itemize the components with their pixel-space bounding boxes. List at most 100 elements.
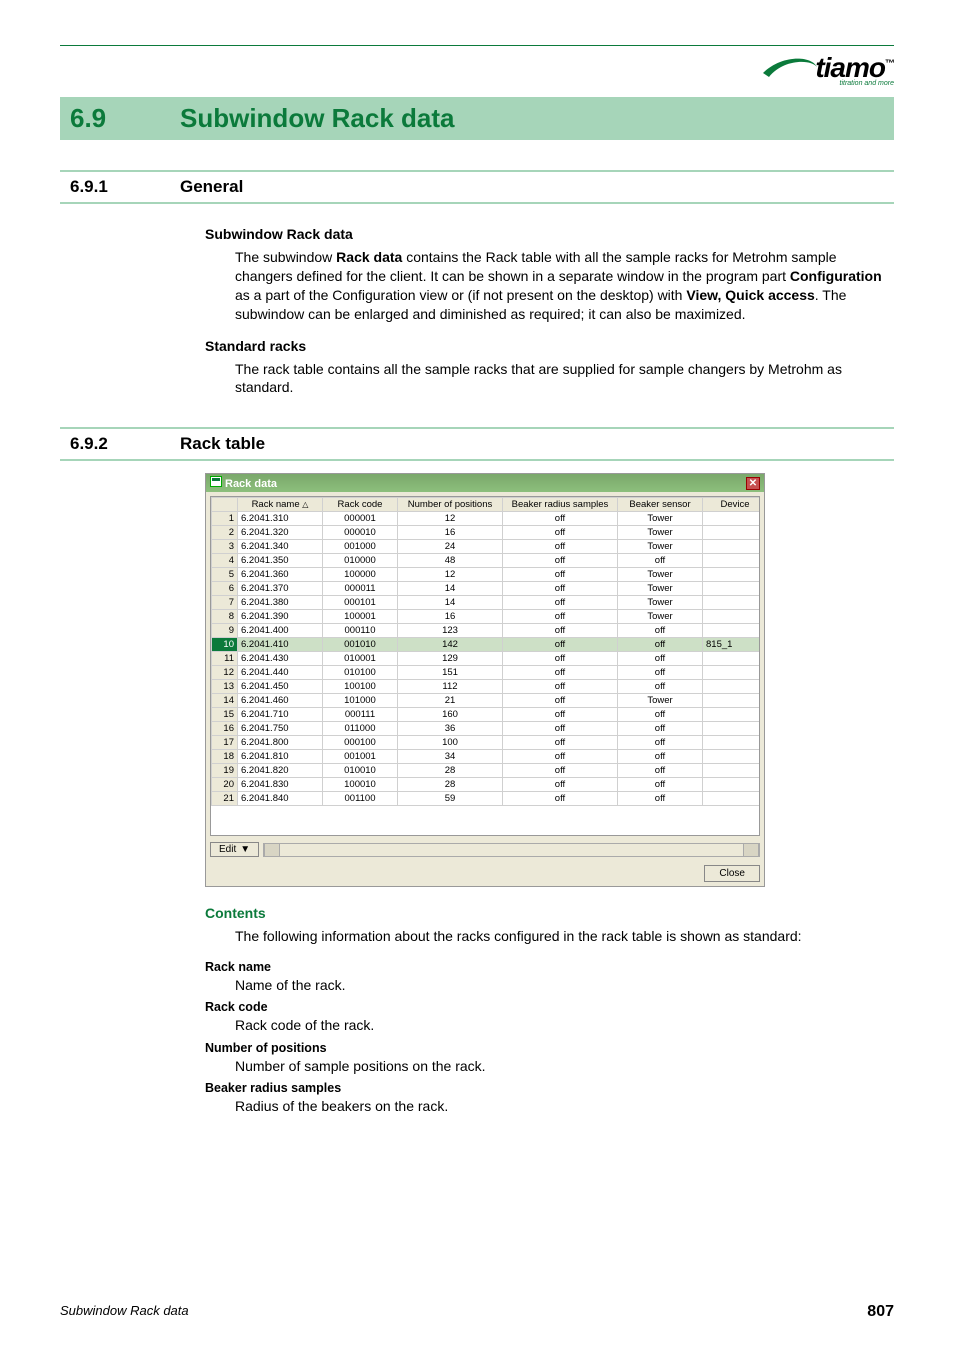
rack-table: Rack name △ Rack code Number of position… [211,497,760,806]
close-button[interactable]: Close [704,865,760,882]
page-footer: Subwindow Rack data 807 [60,1303,894,1321]
table-row[interactable]: 96.2041.400000110123offoff [212,624,761,638]
table-row[interactable]: 86.2041.39010000116offTower [212,610,761,624]
row-number-header[interactable] [212,498,238,512]
row-number: 18 [212,750,238,764]
col-rack-name[interactable]: Rack name △ [238,498,323,512]
cell-beaker-radius: off [503,792,618,806]
logo-swoosh-icon [761,53,819,87]
cell-positions: 24 [398,540,503,554]
cell-positions: 28 [398,764,503,778]
cell-rack-name: 6.2041.380 [238,596,323,610]
table-row[interactable]: 216.2041.84000110059offoff [212,792,761,806]
cell-rack-name: 6.2041.370 [238,582,323,596]
table-row[interactable]: 66.2041.37000001114offTower [212,582,761,596]
col-device[interactable]: Device [703,498,761,512]
table-row[interactable]: 126.2041.440010100151offoff [212,666,761,680]
cell-beaker-sensor: off [618,778,703,792]
table-row[interactable]: 186.2041.81000100134offoff [212,750,761,764]
table-row[interactable]: 136.2041.450100100112offoff [212,680,761,694]
cell-beaker-sensor: Tower [618,582,703,596]
cell-rack-code: 000101 [323,596,398,610]
cell-device [703,610,761,624]
cell-beaker-sensor: off [618,722,703,736]
cell-positions: 16 [398,526,503,540]
table-row[interactable]: 56.2041.36010000012offTower [212,568,761,582]
window-titlebar[interactable]: Rack data ✕ [206,474,764,492]
row-number: 7 [212,596,238,610]
table-row[interactable]: 146.2041.46010100021offTower [212,694,761,708]
row-number: 2 [212,526,238,540]
cell-positions: 16 [398,610,503,624]
cell-beaker-sensor: Tower [618,694,703,708]
col-rack-code[interactable]: Rack code [323,498,398,512]
edit-button[interactable]: Edit ▼ [210,842,259,857]
subsection-number: 6.9.1 [70,177,180,197]
cell-beaker-radius: off [503,582,618,596]
cell-beaker-sensor: Tower [618,512,703,526]
cell-beaker-radius: off [503,764,618,778]
cell-device [703,680,761,694]
definition-term: Beaker radius samples [205,1081,894,1095]
cell-positions: 142 [398,638,503,652]
subsection-title: Rack table [180,434,265,454]
row-number: 10 [212,638,238,652]
cell-positions: 59 [398,792,503,806]
table-row[interactable]: 36.2041.34000100024offTower [212,540,761,554]
text-bold: View, Quick access [686,287,814,303]
logo-row: tiamo™ titration and more [60,52,894,87]
window-title: Rack data [210,476,277,490]
table-row[interactable]: 106.2041.410001010142offoff815_1 [212,638,761,652]
col-beaker-radius-samples[interactable]: Beaker radius samples [503,498,618,512]
definitions-list: Rack nameName of the rack.Rack codeRack … [205,960,894,1115]
heading-subwindow-rack-data: Subwindow Rack data [205,226,894,242]
col-beaker-sensor[interactable]: Beaker sensor [618,498,703,512]
cell-device [703,582,761,596]
cell-device [703,568,761,582]
cell-rack-name: 6.2041.400 [238,624,323,638]
table-row[interactable]: 16.2041.31000000112offTower [212,512,761,526]
cell-rack-name: 6.2041.410 [238,638,323,652]
horizontal-scrollbar[interactable] [263,843,760,857]
table-row[interactable]: 26.2041.32000001016offTower [212,526,761,540]
cell-positions: 48 [398,554,503,568]
cell-rack-code: 100100 [323,680,398,694]
table-row[interactable]: 76.2041.38000010114offTower [212,596,761,610]
row-number: 19 [212,764,238,778]
paragraph-subwindow: The subwindow Rack data contains the Rac… [235,248,894,324]
section-header: 6.9 Subwindow Rack data [60,97,894,140]
cell-rack-code: 000010 [323,526,398,540]
paragraph-contents: The following information about the rack… [235,927,894,946]
definition-body: Radius of the beakers on the rack. [235,1097,894,1115]
subsection-title: General [180,177,243,197]
row-number: 8 [212,610,238,624]
cell-rack-name: 6.2041.840 [238,792,323,806]
row-number: 5 [212,568,238,582]
cell-rack-code: 010010 [323,764,398,778]
table-row[interactable]: 206.2041.83010001028offoff [212,778,761,792]
cell-beaker-radius: off [503,680,618,694]
sort-ascending-icon: △ [302,500,308,509]
cell-positions: 123 [398,624,503,638]
cell-rack-code: 000111 [323,708,398,722]
col-number-of-positions[interactable]: Number of positions [398,498,503,512]
table-row[interactable]: 156.2041.710000111160offoff [212,708,761,722]
dropdown-icon: ▼ [240,844,250,855]
window-title-text: Rack data [225,478,277,490]
cell-beaker-radius: off [503,652,618,666]
cell-positions: 12 [398,568,503,582]
definition-term: Rack name [205,960,894,974]
cell-device [703,778,761,792]
table-row[interactable]: 116.2041.430010001129offoff [212,652,761,666]
table-row[interactable]: 176.2041.800000100100offoff [212,736,761,750]
table-row[interactable]: 46.2041.35001000048offoff [212,554,761,568]
table-row[interactable]: 196.2041.82001001028offoff [212,764,761,778]
cell-rack-code: 001000 [323,540,398,554]
close-icon[interactable]: ✕ [746,477,760,490]
cell-beaker-sensor: off [618,638,703,652]
table-row[interactable]: 166.2041.75001100036offoff [212,722,761,736]
subsection-6-9-2: 6.9.2 Rack table [60,427,894,461]
row-number: 15 [212,708,238,722]
cell-device [703,694,761,708]
cell-rack-code: 011000 [323,722,398,736]
